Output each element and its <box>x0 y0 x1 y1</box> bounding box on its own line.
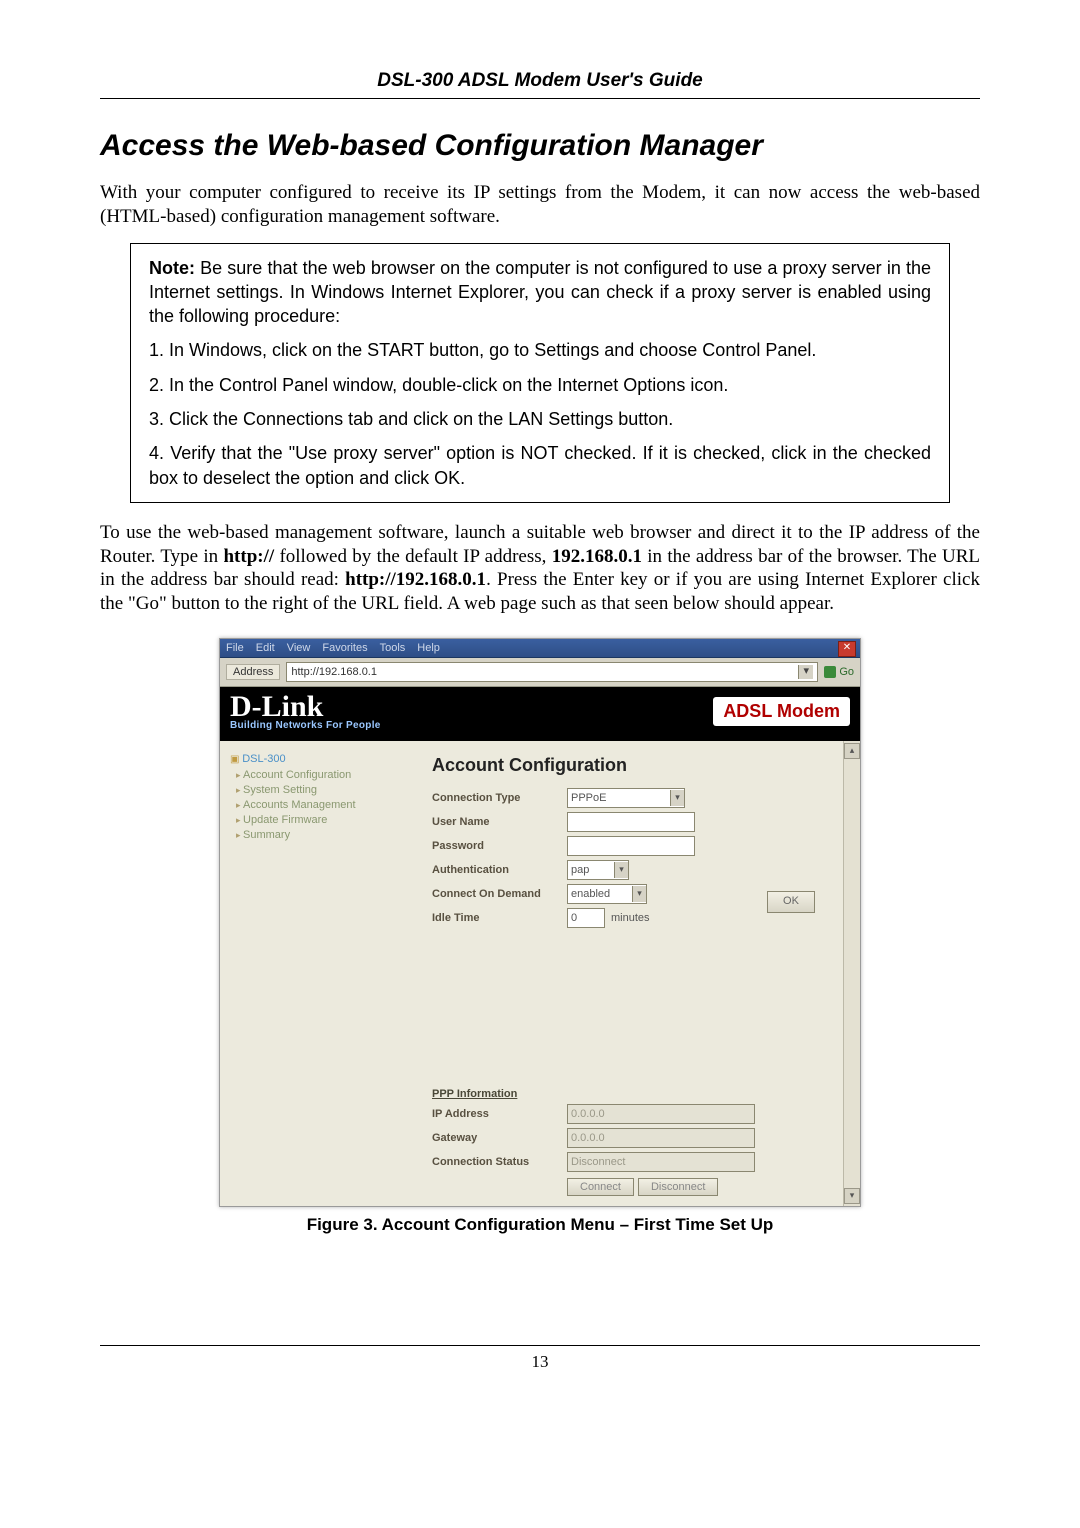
readonly-gw: 0.0.0.0 <box>567 1128 755 1148</box>
address-input[interactable]: http://192.168.0.1 ▾ <box>286 662 818 682</box>
intro-paragraph: With your computer configured to receive… <box>100 181 980 229</box>
note-lead: Be sure that the web browser on the comp… <box>149 258 931 327</box>
modem-badge: ADSL Modem <box>713 697 850 726</box>
page-number: 13 <box>100 1352 980 1372</box>
note-step-3: 3. Click the Connections tab and click o… <box>149 407 931 431</box>
account-heading: Account Configuration <box>432 755 831 776</box>
go-arrow-icon <box>824 666 836 678</box>
section-title: Access the Web-based Configuration Manag… <box>100 129 980 163</box>
input-pass[interactable] <box>567 836 695 856</box>
window-close-icon[interactable]: ✕ <box>838 641 856 657</box>
select-auth[interactable]: pap▾ <box>567 860 629 880</box>
address-dropdown-icon[interactable]: ▾ <box>798 665 813 679</box>
label-ip: IP Address <box>432 1108 567 1120</box>
browser-menu-bar: File Edit View Favorites Tools Help ✕ <box>220 639 860 658</box>
figure-caption: Figure 3. Account Configuration Menu – F… <box>100 1215 980 1235</box>
address-label: Address <box>226 664 280 680</box>
readonly-cs: Disconnect <box>567 1152 755 1172</box>
nav-item-accounts[interactable]: Accounts Management <box>236 799 420 811</box>
readonly-ip: 0.0.0.0 <box>567 1104 755 1124</box>
label-pass: Password <box>432 840 567 852</box>
scrollbar[interactable]: ▴ ▾ <box>843 741 860 1206</box>
label-idle: Idle Time <box>432 912 567 924</box>
doc-header: DSL-300 ADSL Modem User's Guide <box>100 70 980 92</box>
scroll-up-icon[interactable]: ▴ <box>844 743 860 759</box>
nav-item-system[interactable]: System Setting <box>236 784 420 796</box>
top-rule <box>100 98 980 99</box>
dlink-logo: D-Link <box>230 693 381 720</box>
post-note-paragraph: To use the web-based management software… <box>100 521 980 616</box>
label-conn-type: Connection Type <box>432 792 567 804</box>
label-cod: Connect On Demand <box>432 888 567 900</box>
menu-tools[interactable]: Tools <box>380 642 406 654</box>
label-user: User Name <box>432 816 567 828</box>
dlink-tagline: Building Networks For People <box>230 720 381 731</box>
note-label: Note: <box>149 258 195 278</box>
input-idle[interactable]: 0 <box>567 908 605 928</box>
label-gw: Gateway <box>432 1132 567 1144</box>
dlink-header: D-Link Building Networks For People ADSL… <box>220 687 860 741</box>
note-step-2: 2. In the Control Panel window, double-c… <box>149 373 931 397</box>
select-cod[interactable]: enabled▾ <box>567 884 647 904</box>
note-step-1: 1. In Windows, click on the START button… <box>149 338 931 362</box>
label-auth: Authentication <box>432 864 567 876</box>
menu-file[interactable]: File <box>226 642 244 654</box>
select-conn-type[interactable]: PPPoE▾ <box>567 788 685 808</box>
nav-item-account[interactable]: Account Configuration <box>236 769 420 781</box>
menu-favorites[interactable]: Favorites <box>322 642 367 654</box>
note-step-4: 4. Verify that the "Use proxy server" op… <box>149 441 931 490</box>
config-screenshot: File Edit View Favorites Tools Help ✕ Ad… <box>219 638 861 1207</box>
label-cs: Connection Status <box>432 1156 567 1168</box>
disconnect-button[interactable]: Disconnect <box>638 1178 718 1196</box>
connect-button[interactable]: Connect <box>567 1178 634 1196</box>
main-panel: Account Configuration Connection Type PP… <box>426 741 843 1206</box>
ppp-heading: PPP Information <box>432 1088 831 1100</box>
chevron-down-icon: ▾ <box>614 862 628 878</box>
menu-edit[interactable]: Edit <box>256 642 275 654</box>
note-box: Note: Be sure that the web browser on th… <box>130 243 950 503</box>
chevron-down-icon: ▾ <box>632 886 646 902</box>
label-minutes: minutes <box>611 912 650 924</box>
bottom-rule <box>100 1345 980 1346</box>
nav-root[interactable]: DSL-300 <box>230 753 420 765</box>
nav-sidebar: DSL-300 Account Configuration System Set… <box>220 741 426 1206</box>
nav-item-summary[interactable]: Summary <box>236 829 420 841</box>
scroll-down-icon[interactable]: ▾ <box>844 1188 860 1204</box>
go-button[interactable]: Go <box>824 666 854 678</box>
chevron-down-icon: ▾ <box>670 790 684 806</box>
address-bar: Address http://192.168.0.1 ▾ Go <box>220 658 860 687</box>
nav-item-firmware[interactable]: Update Firmware <box>236 814 420 826</box>
ok-button[interactable]: OK <box>767 891 815 913</box>
input-user[interactable] <box>567 812 695 832</box>
menu-view[interactable]: View <box>287 642 311 654</box>
menu-help[interactable]: Help <box>417 642 440 654</box>
